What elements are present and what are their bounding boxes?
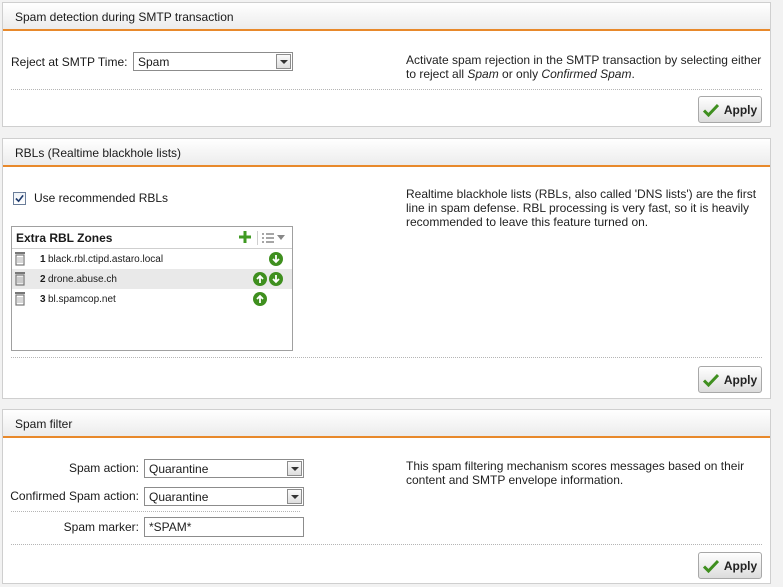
rbl-desc-line-1: Realtime blackhole lists (RBLs, also cal… [406,187,757,201]
rbl-zone-row: 1 black.rbl.ctipd.astaro.local [12,249,292,269]
reject-smtp-value: Spam [138,55,170,69]
rbl-zone-row: 3 bl.spamcop.net [12,289,292,309]
reject-smtp-label: Reject at SMTP Time: [11,55,128,69]
rbl-desc-line-2: line in spam defense. RBL processing is … [406,201,750,215]
trash-icon[interactable] [14,251,26,266]
rbl-panel: RBLs (Realtime blackhole lists) Use reco… [2,138,771,399]
use-recommended-label[interactable]: Use recommended RBLs [34,191,168,205]
smtp-desc-line-1: Activate spam rejection in the SMTP tran… [406,53,762,67]
divider [11,357,762,358]
spam-action-select[interactable]: Quarantine [144,459,304,478]
chevron-down-icon [277,235,285,240]
rbl-desc-line-3: recommended to leave this feature turned… [406,215,649,229]
spam-filter-desc-line-2: content and SMTP envelope information. [406,473,624,487]
add-icon[interactable] [238,230,252,244]
apply-label: Apply [723,372,758,387]
check-icon [702,103,719,117]
confirmed-spam-action-select[interactable]: Quarantine [144,487,304,506]
check-icon [702,559,719,573]
spam-filter-apply-button[interactable]: Apply [698,552,762,579]
spam-marker-input[interactable] [144,517,304,537]
extra-rbl-zones-box: Extra RBL Zones 1 black.rbl.ctipd.astaro… [11,226,293,351]
extra-rbl-zones-title: Extra RBL Zones [16,230,113,245]
divider [11,511,300,512]
use-recommended-checkbox[interactable] [13,192,26,205]
rbl-zone-number: 2 [40,273,46,285]
chevron-down-icon[interactable] [276,54,291,69]
apply-label: Apply [723,558,758,573]
trash-icon[interactable] [14,291,26,306]
confirmed-spam-action-label: Confirmed Spam action: [10,489,139,503]
spam-filter-desc-line-1: This spam filtering mechanism scores mes… [406,459,745,473]
smtp-panel: Spam detection during SMTP transaction R… [2,2,771,127]
list-icon [262,233,274,243]
confirmed-spam-action-value: Quarantine [149,490,209,504]
apply-label: Apply [723,102,758,117]
spam-action-value: Quarantine [149,462,209,476]
rbl-zone-name: bl.spamcop.net [48,293,116,305]
smtp-desc-line-2: to reject all Spam or only Confirmed Spa… [406,67,635,81]
rbl-panel-title: RBLs (Realtime blackhole lists) [3,139,770,167]
spam-filter-panel: Spam filter Spam action: Quarantine Conf… [2,409,771,584]
smtp-panel-title: Spam detection during SMTP transaction [3,3,770,31]
rbl-zone-name: drone.abuse.ch [48,273,117,285]
rbl-zone-row: 2 drone.abuse.ch [12,269,292,289]
reject-smtp-select[interactable]: Spam [133,52,293,71]
divider [11,89,762,90]
arrow-up-icon[interactable] [253,292,267,306]
rbl-zone-name: black.rbl.ctipd.astaro.local [48,253,164,265]
rbl-apply-button[interactable]: Apply [698,366,762,393]
chevron-down-icon[interactable] [287,461,302,476]
checkbox-check-icon [15,194,24,203]
trash-icon[interactable] [14,271,26,286]
spam-filter-description: This spam filtering mechanism scores mes… [406,459,744,487]
rbl-zone-number: 1 [40,253,46,265]
divider [11,544,762,545]
smtp-description: Activate spam rejection in the SMTP tran… [406,53,761,81]
divider [257,231,258,245]
chevron-down-icon[interactable] [287,489,302,504]
arrow-down-icon[interactable] [269,252,283,266]
arrow-up-icon[interactable] [253,272,267,286]
rbl-description: Realtime blackhole lists (RBLs, also cal… [406,187,756,229]
arrow-down-icon[interactable] [269,272,283,286]
spam-marker-label: Spam marker: [63,520,139,534]
check-icon [702,373,719,387]
extra-rbl-zones-header: Extra RBL Zones [12,227,292,249]
rbl-zone-number: 3 [40,293,46,305]
list-menu-button[interactable] [262,231,288,245]
smtp-apply-button[interactable]: Apply [698,96,762,123]
spam-action-label: Spam action: [68,461,139,475]
spam-filter-panel-title: Spam filter [3,410,770,438]
